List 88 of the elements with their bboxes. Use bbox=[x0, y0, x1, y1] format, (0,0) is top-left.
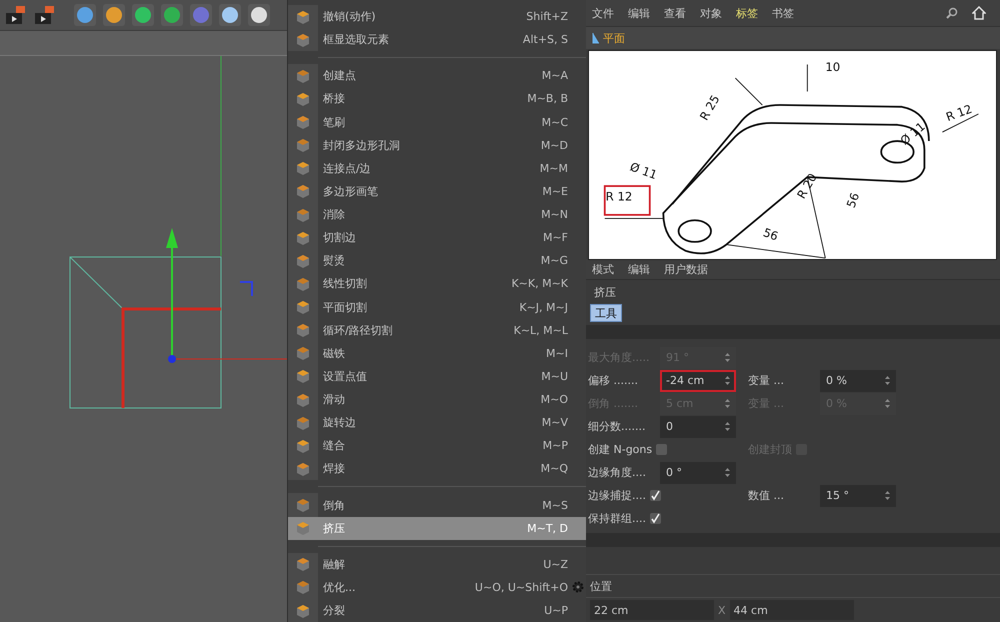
tool-icon bbox=[294, 344, 312, 362]
dimension-label: R 12 bbox=[944, 102, 974, 124]
menu-item[interactable]: 框显选取元素 Alt+S, S bbox=[288, 28, 586, 52]
spinner-icon[interactable] bbox=[725, 422, 730, 431]
gear-icon[interactable] bbox=[572, 581, 584, 594]
menu-item[interactable]: 多边形画笔 M~E bbox=[288, 180, 586, 203]
menu-item[interactable]: 设置点值 M~U bbox=[288, 364, 586, 388]
highlight-frame bbox=[604, 185, 651, 216]
dimension-label: Ø 11 bbox=[628, 160, 659, 182]
number-field[interactable]: 22 cm bbox=[590, 600, 714, 620]
number-field[interactable]: 0 % bbox=[820, 370, 896, 392]
menu-item[interactable]: 连接点/边 M~M bbox=[288, 156, 586, 180]
menu-item[interactable]: 线性切割 K~K, M~K bbox=[288, 272, 586, 296]
tool-icon bbox=[294, 555, 312, 574]
tool-icon bbox=[294, 113, 312, 132]
tool-icon bbox=[294, 298, 312, 316]
field-label: 保持群组.... bbox=[588, 511, 646, 526]
dimension-label: 10 bbox=[825, 60, 840, 74]
column-header: 位置 bbox=[590, 578, 612, 594]
tool-icon bbox=[294, 159, 312, 178]
menu-bar-item[interactable]: 用户数据 bbox=[664, 262, 708, 276]
field-label: 偏移 ....... bbox=[588, 373, 639, 388]
menu-bar-item[interactable]: 对象 bbox=[700, 6, 722, 20]
spinner-icon[interactable] bbox=[725, 376, 730, 385]
tool-icon bbox=[294, 496, 312, 514]
number-field[interactable]: 15 ° bbox=[820, 484, 896, 506]
plane-icon bbox=[592, 32, 600, 44]
menu-item[interactable]: 笔刷 M~C bbox=[288, 110, 586, 134]
clapper-icon[interactable] bbox=[33, 3, 57, 27]
spinner-icon[interactable] bbox=[885, 376, 890, 385]
spinner-icon[interactable] bbox=[885, 491, 890, 500]
menu-bar-item[interactable]: 书签 bbox=[772, 6, 794, 20]
field-label: 数值 ... bbox=[748, 488, 785, 503]
menu-item[interactable]: 创建点 M~A bbox=[288, 64, 586, 88]
menu-bar-item[interactable]: 模式 bbox=[592, 262, 614, 276]
menu-item[interactable]: 磁铁 M~I bbox=[288, 342, 586, 365]
dimension-label: 56 bbox=[844, 190, 862, 210]
menu-item[interactable]: 焊接 M~Q bbox=[288, 457, 586, 480]
number-field[interactable]: 0 bbox=[660, 416, 736, 438]
menu-item[interactable]: 熨烫 M~G bbox=[288, 249, 586, 272]
menu-bar-item[interactable]: 编辑 bbox=[628, 262, 650, 276]
spinner-icon[interactable] bbox=[725, 468, 730, 477]
menu-bar-item[interactable]: 编辑 bbox=[628, 6, 650, 20]
menu-item[interactable]: 滑动 M~O bbox=[288, 388, 586, 412]
menu-item[interactable]: 缝合 M~P bbox=[288, 434, 586, 458]
clapper-icon[interactable] bbox=[4, 3, 28, 27]
field-label: 创建 N-gons bbox=[588, 442, 652, 457]
checkbox[interactable] bbox=[656, 444, 668, 455]
axis-label: X bbox=[718, 604, 726, 616]
field-label: 变量 ... bbox=[748, 373, 785, 388]
field-label: 细分数....... bbox=[588, 419, 646, 434]
menu-item[interactable]: 消除 M~N bbox=[288, 202, 586, 226]
toolbar-button[interactable]: 平面 bbox=[588, 30, 629, 46]
field-label: 边缘捕捉.... bbox=[588, 488, 646, 503]
search-icon[interactable] bbox=[946, 7, 958, 19]
menu-item[interactable]: 撤销(动作) Shift+Z bbox=[288, 5, 586, 28]
field-label: 边缘角度.... bbox=[588, 465, 647, 480]
menu-item[interactable]: 分裂 U~P bbox=[288, 598, 586, 622]
menu-item[interactable]: 融解 U~Z bbox=[288, 552, 586, 576]
menu-item[interactable]: 封闭多边形孔洞 M~D bbox=[288, 134, 586, 157]
dimension-label: R 25 bbox=[696, 92, 722, 123]
number-field[interactable]: 0 ° bbox=[660, 462, 736, 484]
tool-icon bbox=[294, 578, 312, 596]
tool-icon bbox=[294, 367, 312, 386]
menu-bar-item[interactable]: 文件 bbox=[592, 6, 614, 20]
checkbox[interactable] bbox=[650, 490, 661, 501]
menu-item[interactable]: 桥接 M~B, B bbox=[288, 87, 586, 110]
dimension-label: 56 bbox=[761, 225, 780, 244]
checkbox[interactable] bbox=[650, 513, 661, 524]
menu-item[interactable]: 切割边 M~F bbox=[288, 226, 586, 250]
dimension-label: R 12 bbox=[606, 189, 632, 204]
menu-item[interactable]: 旋转边 M~V bbox=[288, 411, 586, 434]
menu-item[interactable]: 挤压 M~T, D bbox=[288, 516, 586, 540]
menu-item[interactable]: 平面切割 K~J, M~J bbox=[288, 295, 586, 319]
tab[interactable]: 工具 bbox=[590, 304, 622, 322]
number-field[interactable]: 44 cm bbox=[730, 600, 854, 620]
menu-item[interactable]: 优化... U~O, U~Shift+O bbox=[288, 576, 586, 599]
tool-icon bbox=[294, 136, 312, 154]
menu-item[interactable]: 倒角 M~S bbox=[288, 493, 586, 517]
panel-title: 挤压 bbox=[593, 284, 617, 300]
tool-icon bbox=[294, 182, 312, 200]
menu-bar-item[interactable]: 标签 bbox=[736, 6, 758, 20]
number-field[interactable]: -24 cm bbox=[660, 370, 736, 392]
tool-icon bbox=[294, 321, 312, 340]
home-icon[interactable] bbox=[972, 6, 986, 20]
menu-bar-item[interactable]: 查看 bbox=[664, 6, 686, 20]
tool-icon bbox=[294, 519, 312, 538]
menu-item[interactable]: 循环/路径切割 K~L, M~L bbox=[288, 318, 586, 342]
